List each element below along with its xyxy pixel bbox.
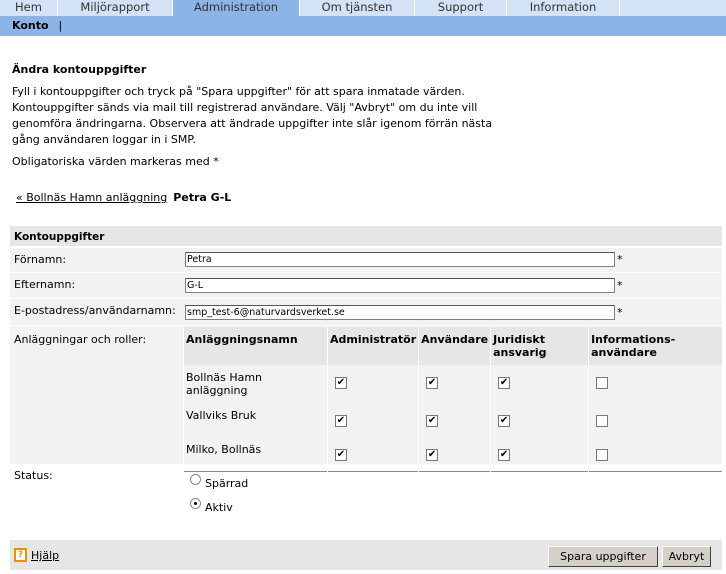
lastname-input[interactable] — [185, 278, 615, 293]
cancel-button[interactable]: Avbryt — [662, 546, 711, 567]
status-option-aktiv[interactable]: Aktiv — [190, 498, 233, 514]
role-cell: ✔ — [418, 403, 491, 437]
status-label: Status: — [14, 469, 53, 482]
role-checkbox[interactable] — [596, 377, 609, 389]
tab-hem[interactable]: Hem — [0, 0, 58, 16]
sub-navigation: Konto | — [0, 16, 726, 36]
breadcrumb-link[interactable]: « Bollnäs Hamn anläggning — [16, 191, 167, 204]
roles-header-row: Anläggningsnamn Administratör Användare … — [183, 327, 722, 365]
firstname-label: Förnamn: — [14, 253, 67, 266]
tab-om-tjansten[interactable]: Om tjänsten — [300, 0, 415, 16]
breadcrumb: « Bollnäs Hamn anläggning Petra G-L — [16, 191, 231, 204]
role-checkbox[interactable]: ✔ — [426, 415, 439, 427]
roles-table: Anläggningsnamn Administratör Användare … — [183, 327, 722, 472]
roles-row-item: Vallviks Bruk ✔ ✔ ✔ — [183, 403, 722, 437]
breadcrumb-current: Petra G-L — [173, 191, 232, 204]
role-checkbox[interactable]: ✔ — [426, 377, 439, 389]
help-link[interactable]: Hjälp — [31, 549, 59, 562]
col-info-user: Informations-användare — [588, 327, 722, 365]
role-checkbox[interactable]: ✔ — [498, 449, 511, 461]
page-title: Ändra kontouppgifter — [12, 63, 147, 76]
roles-label: Anläggningar och roller: — [14, 333, 147, 346]
required-star: * — [617, 253, 623, 266]
footer-bar: ? Hjälp Spara uppgifter Avbryt — [10, 540, 722, 570]
role-checkbox[interactable] — [596, 415, 609, 427]
facility-name: Milko, Bollnäs — [183, 437, 328, 471]
facility-name: Bollnäs Hamn anläggning — [183, 365, 328, 403]
role-cell: ✔ — [418, 365, 491, 403]
lastname-label: Efternamn: — [14, 278, 76, 291]
role-cell: ✔ — [490, 403, 589, 437]
facility-name: Vallviks Bruk — [183, 403, 328, 437]
top-navigation: Hem Miljörapport Administration Om tjäns… — [0, 0, 726, 16]
email-input[interactable] — [185, 305, 615, 320]
role-cell: ✔ — [326, 437, 419, 471]
roles-row-item: Bollnäs Hamn anläggning ✔ ✔ ✔ — [183, 365, 722, 403]
role-checkbox[interactable]: ✔ — [498, 377, 511, 389]
roles-row-item: Milko, Bollnäs ✔ ✔ ✔ — [183, 437, 722, 471]
role-cell — [588, 365, 722, 403]
lastname-row: Efternamn: * — [10, 273, 722, 298]
role-checkbox[interactable]: ✔ — [335, 377, 347, 389]
firstname-input[interactable] — [185, 252, 615, 267]
save-button[interactable]: Spara uppgifter — [548, 546, 658, 567]
radio-label: Spärrad — [205, 477, 249, 490]
firstname-row: Förnamn: * — [10, 248, 722, 272]
subnav-separator: | — [58, 19, 63, 32]
role-cell — [588, 403, 722, 437]
email-label: E-postadress/användarnamn: — [14, 304, 176, 317]
status-option-sparrad[interactable]: Spärrad — [190, 474, 248, 490]
role-cell: ✔ — [326, 365, 419, 403]
help-link-group[interactable]: ? Hjälp — [14, 548, 59, 562]
tab-miljorapport[interactable]: Miljörapport — [58, 0, 173, 16]
role-cell: ✔ — [490, 365, 589, 403]
role-checkbox[interactable]: ✔ — [335, 449, 347, 461]
required-note: Obligatoriska värden markeras med * — [12, 155, 219, 168]
section-header: Kontouppgifter — [10, 226, 722, 246]
col-user: Användare — [418, 327, 491, 365]
role-cell — [588, 437, 722, 471]
help-icon[interactable]: ? — [14, 548, 27, 562]
col-administrator: Administratör — [326, 327, 419, 365]
radio-aktiv[interactable] — [190, 498, 201, 509]
role-cell: ✔ — [326, 403, 419, 437]
tab-support[interactable]: Support — [415, 0, 507, 16]
role-checkbox[interactable]: ✔ — [426, 449, 439, 461]
col-facility-name: Anläggningsnamn — [183, 327, 328, 365]
required-star: * — [617, 306, 623, 319]
role-checkbox[interactable]: ✔ — [498, 415, 511, 427]
role-cell: ✔ — [490, 437, 589, 471]
role-checkbox[interactable]: ✔ — [335, 415, 347, 427]
tab-administration[interactable]: Administration — [173, 0, 300, 16]
col-legal: Juridiskt ansvarig — [490, 327, 589, 365]
radio-label: Aktiv — [205, 501, 233, 514]
radio-sparrad[interactable] — [190, 474, 201, 485]
role-cell: ✔ — [418, 437, 491, 471]
intro-text: Fyll i kontouppgifter och tryck på "Spar… — [12, 85, 493, 146]
tab-information[interactable]: Information — [507, 0, 620, 16]
email-row: E-postadress/användarnamn: * — [10, 299, 722, 325]
role-checkbox[interactable] — [596, 449, 609, 461]
subnav-konto[interactable]: Konto — [12, 19, 49, 32]
required-star: * — [617, 279, 623, 292]
